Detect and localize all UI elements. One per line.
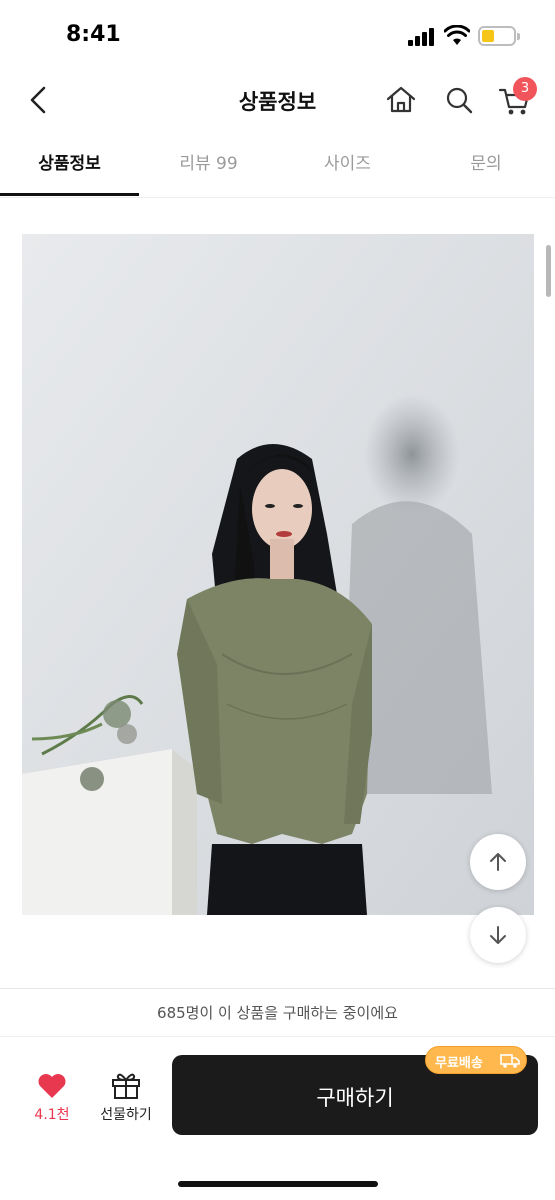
scrollbar[interactable] — [546, 245, 551, 297]
free-shipping-label: 무료배송 — [435, 1056, 483, 1071]
scroll-up-button[interactable] — [470, 834, 526, 890]
heart-icon — [38, 1074, 66, 1098]
product-photo — [22, 234, 534, 915]
status-bar: 8:41 — [0, 0, 555, 70]
wifi-icon — [444, 25, 470, 45]
arrow-down-icon — [490, 926, 506, 944]
tab-product-info[interactable]: 상품정보 — [0, 138, 139, 196]
tab-size[interactable]: 사이즈 — [278, 138, 417, 196]
gift-button[interactable]: 선물하기 — [90, 1068, 162, 1128]
app-header: 상품정보 — [0, 70, 555, 130]
status-time: 8:41 — [66, 22, 121, 47]
home-button[interactable] — [383, 80, 419, 120]
active-tab-indicator — [0, 193, 139, 196]
truck-icon — [500, 1054, 520, 1068]
like-count: 4.1천 — [34, 1107, 70, 1123]
battery-icon — [478, 26, 520, 46]
buy-button-label: 구매하기 — [316, 1086, 394, 1110]
tab-bar: 상품정보 리뷰 99 사이즈 문의 — [0, 138, 555, 198]
free-shipping-badge: 무료배송 — [425, 1046, 527, 1074]
signal-icon — [408, 28, 436, 46]
tab-inquiry[interactable]: 문의 — [417, 138, 555, 196]
back-button[interactable] — [22, 80, 58, 120]
like-button[interactable]: 4.1천 — [22, 1068, 82, 1128]
home-indicator — [178, 1181, 378, 1187]
search-icon — [446, 87, 473, 114]
tab-reviews[interactable]: 리뷰 99 — [139, 138, 278, 196]
purchase-activity-notice: 685명이 이 상품을 구매하는 중이에요 — [0, 989, 555, 1037]
product-image — [22, 234, 534, 915]
chevron-left-icon — [30, 86, 46, 114]
gift-label: 선물하기 — [100, 1107, 152, 1123]
arrow-up-icon — [490, 853, 506, 871]
search-button[interactable] — [441, 80, 477, 120]
cart-count-badge: 3 — [513, 77, 537, 101]
scroll-down-button[interactable] — [470, 907, 526, 963]
gift-icon — [112, 1073, 140, 1099]
home-icon — [386, 86, 416, 113]
